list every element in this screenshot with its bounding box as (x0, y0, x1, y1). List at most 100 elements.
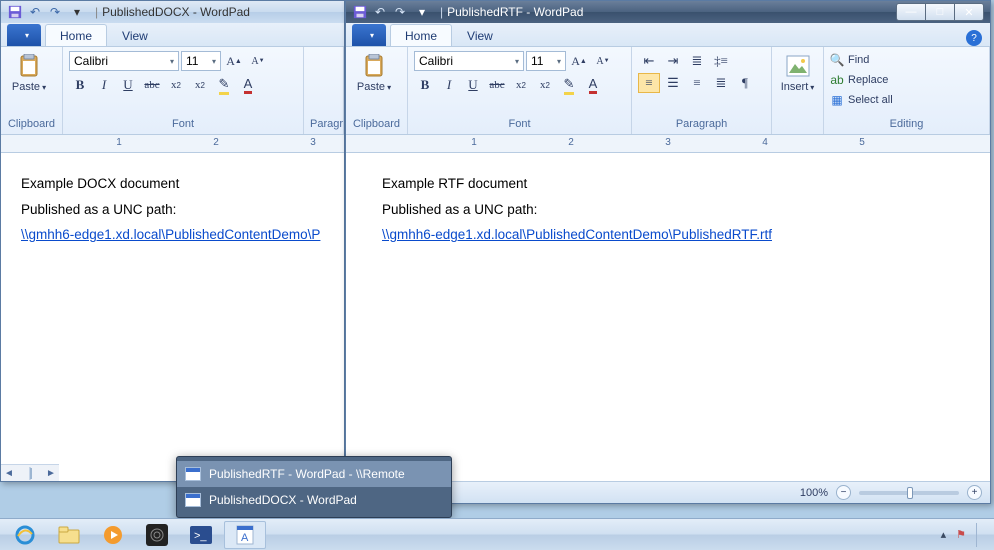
dec-indent-button[interactable]: ⇤ (638, 51, 660, 71)
binoculars-icon: 🔍 (830, 53, 844, 67)
titlebar[interactable]: ↶ ↷ ▾ | PublishedRTF - WordPad — □ ✕ (346, 1, 990, 23)
scrollbar-thumb[interactable] (30, 468, 32, 479)
qat-dropdown-icon[interactable]: ▾ (414, 4, 430, 20)
paragraph-dialog-button[interactable]: ¶ (734, 73, 756, 93)
shrink-font-button[interactable]: A▼ (592, 51, 614, 71)
minimize-button[interactable]: — (896, 3, 926, 21)
clipboard-icon (15, 53, 43, 79)
line-spacing-button[interactable]: ‡≡ (710, 51, 732, 71)
bold-button[interactable]: B (414, 75, 436, 95)
grow-font-button[interactable]: A▲ (223, 51, 245, 71)
undo-icon[interactable]: ↶ (27, 4, 43, 20)
scroll-right-arrow[interactable]: ► (43, 468, 59, 479)
align-right-button[interactable]: ≡ (686, 73, 708, 93)
undo-icon[interactable]: ↶ (372, 4, 388, 20)
file-menu-button[interactable] (352, 24, 386, 46)
thumbnail-item[interactable]: PublishedRTF - WordPad - \\Remote (177, 461, 451, 487)
tab-home[interactable]: Home (390, 24, 452, 46)
tray-show-desktop[interactable] (976, 523, 984, 547)
doc-text-line: Published as a UNC path: (382, 197, 970, 223)
tray-chevron-icon[interactable]: ▴ (941, 528, 947, 541)
thumbnail-title: PublishedDOCX - WordPad (209, 493, 357, 507)
subscript-button[interactable]: x2 (510, 75, 532, 95)
underline-button[interactable]: U (117, 75, 139, 95)
titlebar[interactable]: ↶ ↷ ▾ | PublishedDOCX - WordPad (1, 1, 344, 23)
bullets-button[interactable]: ≣ (686, 51, 708, 71)
scrollbar-track[interactable] (29, 467, 31, 480)
tab-home[interactable]: Home (45, 24, 107, 46)
font-family-combo[interactable]: Calibri▾ (414, 51, 524, 71)
file-menu-button[interactable] (7, 24, 41, 46)
taskbar-powershell-icon[interactable]: >_ (180, 521, 222, 549)
font-color-button[interactable]: A (582, 75, 604, 95)
ruler[interactable]: 1 2 3 (1, 135, 344, 153)
italic-button[interactable]: I (438, 75, 460, 95)
document-area[interactable]: Example RTF document Published as a UNC … (346, 153, 990, 464)
tab-view[interactable]: View (452, 24, 508, 46)
taskbar: >_ A ▴ ⚑ (0, 518, 994, 550)
zoom-percent: 100% (800, 487, 828, 499)
italic-button[interactable]: I (93, 75, 115, 95)
subscript-button[interactable]: x2 (165, 75, 187, 95)
highlight-button[interactable]: ✎ (558, 75, 580, 95)
maximize-button[interactable]: □ (925, 3, 955, 21)
paste-button[interactable]: Paste (7, 51, 51, 93)
replace-button[interactable]: abReplace (830, 71, 893, 89)
svg-text:>_: >_ (194, 530, 207, 542)
save-icon[interactable] (352, 4, 368, 20)
group-label-clipboard: Clipboard (7, 118, 56, 132)
taskbar-media-player-icon[interactable] (92, 521, 134, 549)
underline-button[interactable]: U (462, 75, 484, 95)
superscript-button[interactable]: x2 (189, 75, 211, 95)
doc-hyperlink[interactable]: \\gmhh6-edge1.xd.local\PublishedContentD… (382, 227, 772, 242)
taskbar-explorer-icon[interactable] (48, 521, 90, 549)
zoom-out-button[interactable]: − (836, 485, 851, 500)
doc-text-line: Example RTF document (382, 171, 970, 197)
select-all-icon: ▦ (830, 93, 844, 107)
zoom-in-button[interactable]: + (967, 485, 982, 500)
scroll-left-arrow[interactable]: ◄ (1, 468, 17, 479)
redo-icon[interactable]: ↷ (392, 4, 408, 20)
paste-button[interactable]: Paste (352, 51, 396, 93)
thumbnail-title: PublishedRTF - WordPad - \\Remote (209, 467, 405, 481)
align-center-button[interactable]: ☰ (662, 73, 684, 93)
font-size-combo[interactable]: 11▾ (181, 51, 221, 71)
document-area[interactable]: Example DOCX document Published as a UNC… (1, 153, 344, 464)
clipboard-icon (360, 53, 388, 79)
taskbar-app-icon[interactable] (136, 521, 178, 549)
thumbnail-item[interactable]: PublishedDOCX - WordPad (177, 487, 451, 513)
tray-flag-icon[interactable]: ⚑ (956, 528, 966, 541)
redo-icon[interactable]: ↷ (47, 4, 63, 20)
insert-button[interactable]: Insert (778, 51, 817, 93)
zoom-slider-thumb[interactable] (907, 487, 913, 499)
font-family-combo[interactable]: Calibri▾ (69, 51, 179, 71)
ribbon: Paste Clipboard Calibri▾ 11▾ A▲ A▼ B I U… (1, 47, 344, 135)
bold-button[interactable]: B (69, 75, 91, 95)
doc-hyperlink[interactable]: \\gmhh6-edge1.xd.local\PublishedContentD… (21, 227, 320, 242)
grow-font-button[interactable]: A▲ (568, 51, 590, 71)
help-button[interactable]: ? (966, 30, 982, 46)
save-icon[interactable] (7, 4, 23, 20)
align-left-button[interactable]: ≡ (638, 73, 660, 93)
select-all-button[interactable]: ▦Select all (830, 91, 893, 109)
group-label-editing: Editing (830, 118, 983, 132)
close-button[interactable]: ✕ (954, 3, 984, 21)
strike-button[interactable]: abc (486, 75, 508, 95)
font-size-combo[interactable]: 11▾ (526, 51, 566, 71)
taskbar-wordpad-icon[interactable]: A (224, 521, 266, 549)
tab-view[interactable]: View (107, 24, 163, 46)
ruler[interactable]: 1 2 3 4 5 (346, 135, 990, 153)
superscript-button[interactable]: x2 (534, 75, 556, 95)
strike-button[interactable]: abc (141, 75, 163, 95)
highlight-button[interactable]: ✎ (213, 75, 235, 95)
horizontal-scrollbar[interactable]: ◄ ► (1, 464, 59, 481)
shrink-font-button[interactable]: A▼ (247, 51, 269, 71)
font-color-button[interactable]: A (237, 75, 259, 95)
group-label-font: Font (69, 118, 297, 132)
find-button[interactable]: 🔍Find (830, 51, 893, 69)
taskbar-ie-icon[interactable] (4, 521, 46, 549)
zoom-slider[interactable] (859, 491, 959, 495)
inc-indent-button[interactable]: ⇥ (662, 51, 684, 71)
qat-dropdown-icon[interactable]: ▾ (69, 4, 85, 20)
align-justify-button[interactable]: ≣ (710, 73, 732, 93)
